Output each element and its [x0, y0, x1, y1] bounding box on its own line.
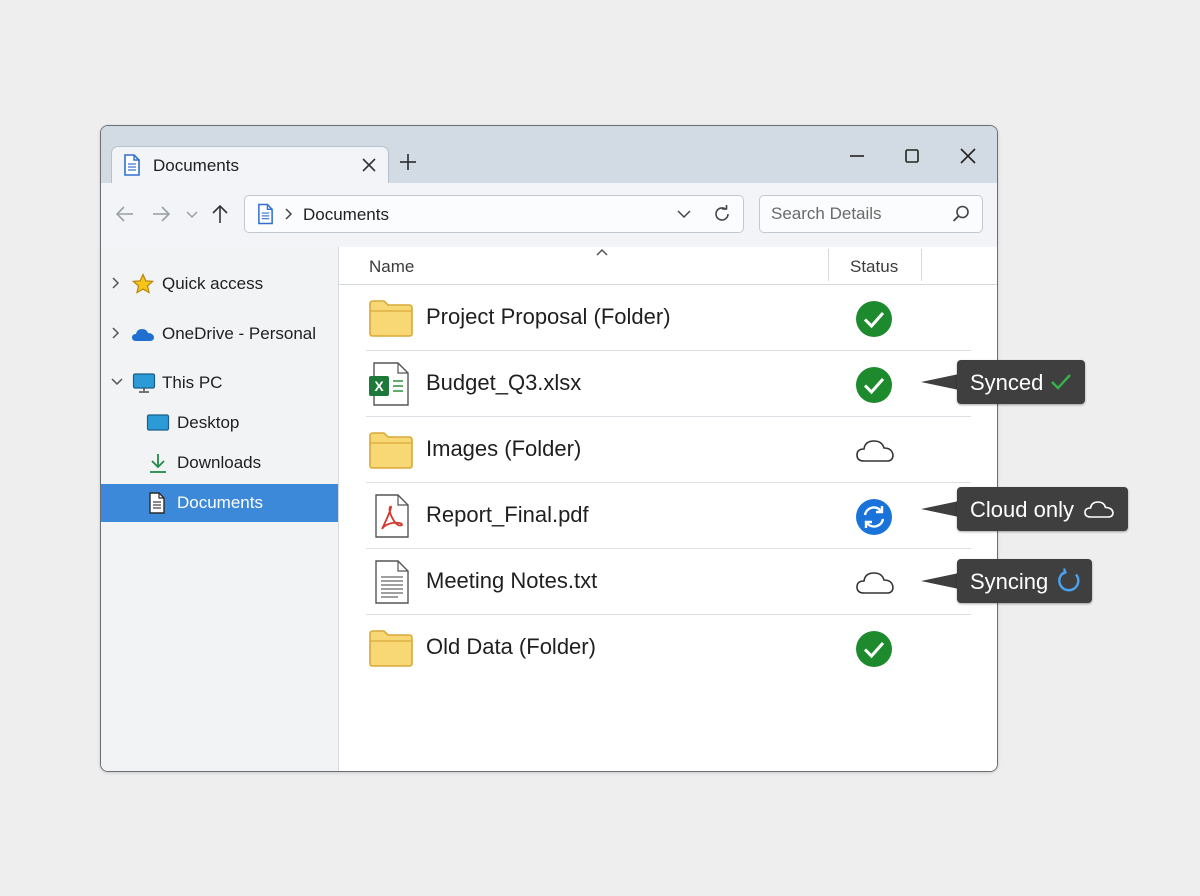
- file-row-meeting-notes[interactable]: Meeting Notes.txt: [366, 548, 971, 615]
- sidebar-item-onedrive-personal[interactable]: OneDrive - Personal: [101, 315, 338, 353]
- file-row-project-proposal[interactable]: Project Proposal (Folder): [366, 284, 971, 351]
- download-icon: [147, 452, 169, 479]
- folder-icon: [368, 628, 414, 668]
- file-name: Report_Final.pdf: [426, 502, 589, 527]
- file-row-budget-q3[interactable]: X Budget_Q3.xlsx: [366, 350, 971, 417]
- sort-ascending-caret-icon[interactable]: [594, 246, 610, 264]
- breadcrumb-separator-icon: [283, 207, 295, 226]
- search-box: [759, 195, 983, 233]
- tooltip-label: Synced: [970, 370, 1044, 395]
- desktop-icon: [146, 412, 170, 439]
- cloud-only-icon: [854, 431, 894, 471]
- chevron-down-icon[interactable]: [110, 375, 124, 394]
- file-name: Meeting Notes.txt: [426, 568, 598, 593]
- sidebar-item-label: Downloads: [177, 453, 262, 472]
- file-row-images[interactable]: Images (Folder): [366, 416, 971, 483]
- column-divider[interactable]: [828, 249, 829, 281]
- tooltip-pointer: [921, 573, 959, 589]
- status-tooltip-synced: Synced: [921, 360, 1087, 404]
- file-row-report-final[interactable]: Report_Final.pdf: [366, 482, 971, 549]
- cloud-icon: [131, 325, 155, 348]
- status-tooltip-syncing: Syncing: [921, 559, 1093, 603]
- title-bar: Documents: [101, 126, 997, 183]
- sidebar-item-label: This PC: [162, 373, 223, 392]
- search-input[interactable]: [761, 197, 941, 231]
- column-header-status[interactable]: Status: [850, 257, 898, 277]
- address-bar[interactable]: Documents: [244, 195, 744, 233]
- column-header-name[interactable]: Name: [369, 257, 414, 277]
- cloud-only-icon: [854, 563, 894, 603]
- status-tooltip-cloud-only: Cloud only: [921, 487, 1129, 531]
- cloud-icon: [1083, 499, 1115, 527]
- svg-text:X: X: [374, 378, 384, 394]
- back-arrow-icon[interactable]: [114, 203, 136, 225]
- sidebar-item-label: Quick access: [162, 274, 264, 293]
- close-tab-icon[interactable]: [359, 155, 379, 175]
- forward-arrow-icon[interactable]: [150, 203, 172, 225]
- sidebar-item-label: OneDrive - Personal: [162, 324, 317, 343]
- address-dropdown-chevron-icon[interactable]: [675, 206, 693, 227]
- syncing-icon: [854, 497, 894, 537]
- sidebar-item-label: Documents: [177, 493, 263, 512]
- sidebar-item-downloads[interactable]: Downloads: [101, 444, 338, 482]
- close-window-icon[interactable]: [956, 144, 980, 168]
- tooltip-pointer: [921, 374, 959, 390]
- sidebar-item-this-pc[interactable]: This PC: [101, 364, 338, 402]
- up-arrow-icon[interactable]: [209, 203, 231, 225]
- synced-check-icon: [854, 629, 894, 669]
- folder-icon: [368, 430, 414, 470]
- folder-icon: [368, 298, 414, 338]
- tooltip-pointer: [921, 501, 959, 517]
- tooltip-label: Cloud only: [970, 497, 1074, 522]
- file-list: Name Status Project Proposal (Folder) X …: [339, 247, 997, 771]
- breadcrumb-documents[interactable]: Documents: [303, 205, 389, 225]
- file-name: Old Data (Folder): [426, 634, 596, 659]
- synced-check-icon: [854, 365, 894, 405]
- minimize-icon[interactable]: [845, 144, 869, 168]
- tab-documents[interactable]: Documents: [111, 146, 389, 183]
- sidebar-item-desktop[interactable]: Desktop: [101, 404, 338, 442]
- file-name: Budget_Q3.xlsx: [426, 370, 582, 395]
- tab-title: Documents: [153, 156, 239, 175]
- tooltip-body: Cloud only: [957, 487, 1128, 531]
- sidebar-item-label: Desktop: [177, 413, 240, 432]
- navigation-toolbar: Documents: [101, 183, 997, 248]
- chevron-right-icon[interactable]: [110, 276, 122, 295]
- file-row-old-data[interactable]: Old Data (Folder): [366, 614, 971, 680]
- synced-check-icon: [854, 299, 894, 339]
- file-name: Images (Folder): [426, 436, 582, 461]
- check-icon: [1049, 371, 1073, 399]
- file-name: Project Proposal (Folder): [426, 304, 671, 329]
- star-icon: [131, 273, 155, 300]
- tooltip-label: Syncing: [970, 569, 1049, 594]
- document-icon: [123, 154, 141, 181]
- navigation-pane-items: Quick access OneDrive - Personal This PC: [101, 246, 338, 769]
- document-icon: [257, 203, 274, 230]
- new-tab-icon[interactable]: [398, 152, 418, 172]
- column-divider[interactable]: [921, 249, 922, 281]
- tooltip-body: Synced: [957, 360, 1085, 404]
- sync-icon: [1056, 568, 1082, 600]
- maximize-icon[interactable]: [900, 144, 924, 168]
- sidebar-item-documents[interactable]: Documents: [101, 484, 338, 522]
- excel-file-icon: X: [368, 362, 414, 406]
- text-file-icon: [368, 560, 414, 604]
- refresh-icon[interactable]: [712, 204, 732, 229]
- search-icon[interactable]: [951, 204, 971, 229]
- sidebar-item-quick-access[interactable]: Quick access: [101, 265, 338, 303]
- pdf-file-icon: [368, 494, 414, 538]
- recent-locations-chevron-icon[interactable]: [181, 203, 203, 225]
- tooltip-body: Syncing: [957, 559, 1092, 603]
- monitor-icon: [132, 372, 156, 399]
- chevron-right-icon[interactable]: [110, 326, 122, 345]
- column-header-row: Name Status: [339, 247, 997, 285]
- document-icon: [148, 492, 166, 519]
